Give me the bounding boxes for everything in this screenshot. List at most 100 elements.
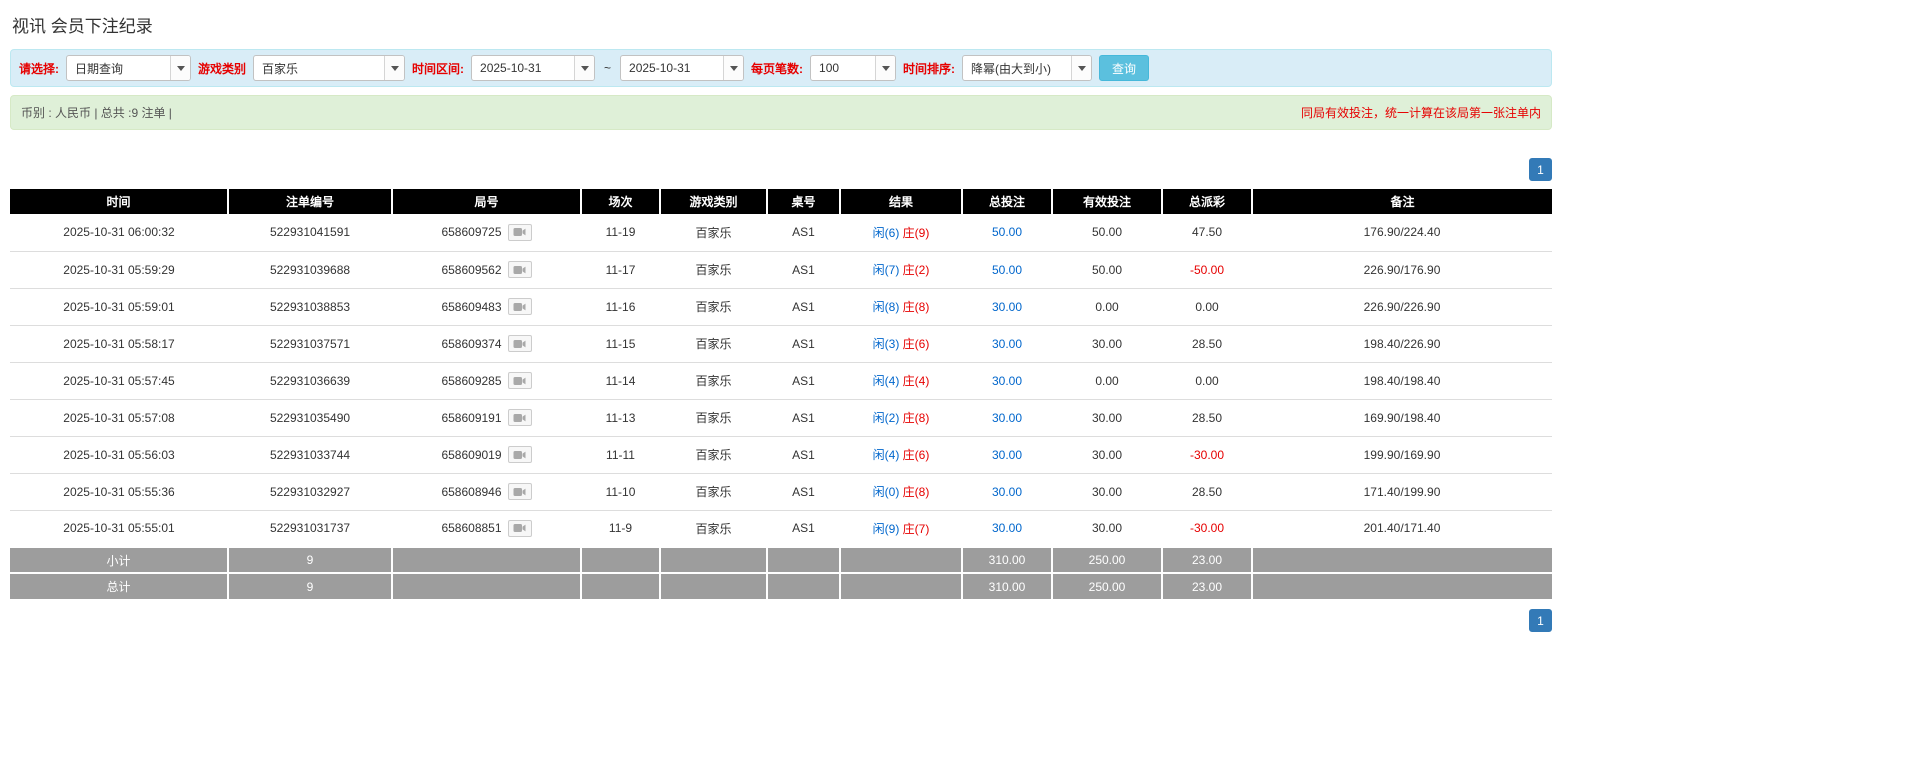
cell-session: 11-11 [581, 436, 660, 474]
cell-time: 2025-10-31 05:57:08 [10, 399, 228, 437]
round-id: 658609019 [441, 447, 502, 462]
column-header: 备注 [1252, 189, 1552, 214]
video-icon[interactable] [507, 223, 532, 241]
result-player: 闲(9) [872, 521, 900, 536]
cell-game-type: 百家乐 [660, 325, 767, 363]
video-icon[interactable] [507, 519, 532, 537]
sort-order-label: 时间排序: [903, 61, 956, 76]
result-player: 闲(7) [872, 263, 900, 277]
summary-cell [1252, 546, 1552, 573]
cell-remark: 198.40/198.40 [1252, 362, 1552, 400]
cell-total-bet: 30.00 [962, 436, 1052, 474]
filter-bar: 请选择: 日期查询 游戏类别 百家乐 时间区间: 2025-10-31 ~ 20… [10, 49, 1552, 87]
video-icon[interactable] [507, 446, 532, 463]
search-button[interactable]: 查询 [1099, 55, 1150, 81]
cell-result: 闲(9) 庄(7) [840, 510, 962, 548]
result-banker: 庄(8) [902, 300, 930, 314]
total-bet-link[interactable]: 30.00 [992, 374, 1022, 388]
cell-table-no: AS1 [767, 251, 840, 289]
query-type-select[interactable]: 日期查询 [66, 55, 191, 81]
cell-remark: 176.90/224.40 [1252, 214, 1552, 252]
cell-time: 2025-10-31 05:59:29 [10, 251, 228, 289]
summary-cell [581, 546, 661, 573]
result-banker: 庄(2) [902, 263, 930, 277]
video-icon[interactable] [507, 372, 532, 389]
cell-bet-id: 522931037571 [228, 325, 392, 363]
column-header: 总派彩 [1162, 189, 1253, 214]
table-row: 2025-10-31 05:57:08 522931035490 658609191… [10, 399, 1552, 437]
date-separator: ~ [604, 61, 612, 75]
cell-bet-id: 522931033744 [228, 436, 392, 474]
cell-table-no: AS1 [767, 325, 840, 363]
total-bet-link[interactable]: 30.00 [992, 485, 1022, 499]
summary-cell: 23.00 [1162, 546, 1253, 573]
result-banker: 庄(8) [902, 485, 930, 499]
pagination-top: 1 [10, 158, 1552, 181]
summary-cell [840, 546, 963, 573]
page-size-value: 100 [819, 61, 840, 75]
cell-session: 11-10 [581, 473, 660, 511]
chevron-down-icon [723, 56, 744, 80]
cell-bet-id: 522931036639 [228, 362, 392, 400]
cell-result: 闲(4) 庄(6) [840, 436, 962, 474]
page-size-select[interactable]: 100 [810, 55, 897, 81]
game-type-select[interactable]: 百家乐 [253, 55, 406, 81]
sort-order-select[interactable]: 降幂(由大到小) [962, 55, 1093, 81]
video-icon[interactable] [507, 261, 532, 278]
video-icon[interactable] [507, 298, 532, 315]
cell-round-id: 658609285 [392, 362, 581, 400]
cell-total-bet: 30.00 [962, 288, 1052, 326]
cell-valid-bet: 30.00 [1052, 473, 1162, 511]
cell-game-type: 百家乐 [660, 473, 767, 511]
cell-remark: 169.90/198.40 [1252, 399, 1552, 437]
sort-order-value: 降幂(由大到小) [971, 61, 1052, 76]
column-header: 总投注 [962, 189, 1053, 214]
cell-payout: -30.00 [1162, 510, 1252, 548]
video-icon[interactable] [507, 483, 532, 500]
page-title: 视讯 会员下注纪录 [12, 17, 153, 36]
cell-game-type: 百家乐 [660, 214, 767, 252]
total-bet-link[interactable]: 30.00 [992, 448, 1022, 462]
video-icon[interactable] [507, 335, 532, 352]
cell-valid-bet: 0.00 [1052, 288, 1162, 326]
chevron-down-icon [384, 56, 405, 80]
query-type-value: 日期查询 [75, 61, 124, 76]
cell-table-no: AS1 [767, 473, 840, 511]
cell-table-no: AS1 [767, 436, 840, 474]
summary-cell: 250.00 [1052, 572, 1163, 599]
total-bet-link[interactable]: 30.00 [992, 521, 1022, 535]
summary-cell [660, 546, 768, 573]
summary-cell [660, 572, 768, 599]
cell-valid-bet: 0.00 [1052, 362, 1162, 400]
cell-remark: 226.90/176.90 [1252, 251, 1552, 289]
cell-bet-id: 522931038853 [228, 288, 392, 326]
cell-valid-bet: 50.00 [1052, 214, 1162, 252]
cell-total-bet: 30.00 [962, 510, 1052, 548]
cell-bet-id: 522931041591 [228, 214, 392, 252]
cell-session: 11-14 [581, 362, 660, 400]
summary-cell: 9 [228, 572, 393, 599]
video-icon[interactable] [507, 409, 532, 426]
page-number-button[interactable]: 1 [1529, 158, 1552, 181]
cell-total-bet: 30.00 [962, 362, 1052, 400]
valid-bet-notice: 同局有效投注，统一计算在该局第一张注单内 [1300, 106, 1541, 120]
date-from-select[interactable]: 2025-10-31 [471, 55, 596, 81]
total-bet-link[interactable]: 30.00 [992, 337, 1022, 351]
table-row: 2025-10-31 05:55:01 522931031737 658608851… [10, 510, 1552, 548]
currency-summary: 币别 : 人民币 | 总共 :9 注单 | [21, 106, 172, 120]
cell-valid-bet: 30.00 [1052, 399, 1162, 437]
cell-round-id: 658609374 [392, 325, 581, 363]
total-bet-link[interactable]: 50.00 [992, 263, 1022, 277]
table-row: 2025-10-31 05:57:45 522931036639 658609285… [10, 362, 1552, 400]
summary-cell: 9 [228, 546, 393, 573]
page-number-button[interactable]: 1 [1529, 609, 1552, 632]
total-bet-link[interactable]: 50.00 [992, 225, 1022, 239]
round-id: 658609285 [441, 373, 502, 388]
round-id: 658609374 [441, 336, 502, 351]
total-bet-link[interactable]: 30.00 [992, 300, 1022, 314]
date-from-value: 2025-10-31 [480, 61, 542, 75]
summary-cell [767, 572, 841, 599]
date-to-select[interactable]: 2025-10-31 [620, 55, 745, 81]
result-player: 闲(2) [872, 411, 900, 425]
total-bet-link[interactable]: 30.00 [992, 411, 1022, 425]
